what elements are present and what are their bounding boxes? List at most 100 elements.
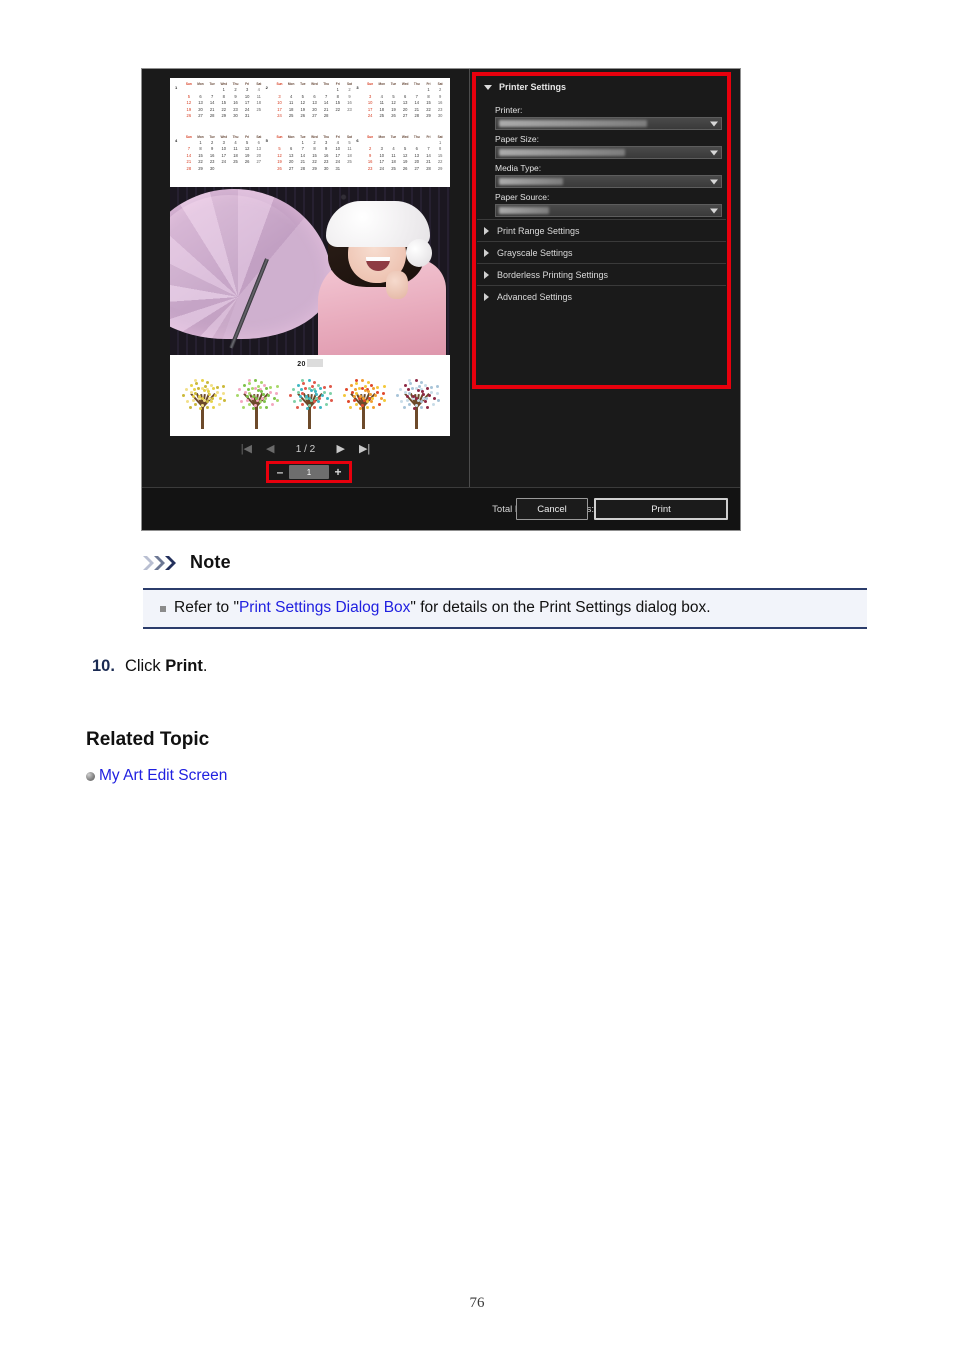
page-number: 76 (469, 1295, 485, 1311)
calendar-day (344, 113, 356, 120)
tree-leaf (313, 380, 317, 384)
calendar-day: 25 (256, 106, 262, 112)
tree-leaf (211, 387, 215, 391)
tree-leaf (238, 388, 242, 392)
calendar-day (297, 87, 309, 94)
year-caption: 20 (170, 359, 450, 368)
tree-leaf (205, 400, 209, 404)
calendar-day: 30 (209, 165, 215, 171)
tree-leaves (234, 375, 280, 431)
calendar-day: 20 (288, 159, 294, 165)
printer-settings-header[interactable]: Printer Settings (477, 77, 726, 97)
tree-leaf (259, 405, 263, 409)
calendar-day: 25 (391, 165, 396, 171)
tree-leaf (408, 378, 412, 382)
tree-leaf (379, 396, 383, 400)
next-page-icon[interactable]: ▶ (337, 443, 345, 455)
copies-decrement-button[interactable]: – (273, 466, 287, 478)
tree-leaf (372, 387, 376, 391)
calendar-day: 22 (198, 159, 203, 165)
calendar-day (411, 140, 423, 147)
calendar-day: 1 (427, 87, 430, 92)
settings-field-label: Paper Size: (495, 134, 539, 144)
settings-sections: Printer Settings Printer: Paper Size: Medi… (477, 77, 726, 307)
calendar-day: 2 (234, 87, 237, 92)
preview-pager: |◀ ◀ 1 / 2 ▶ ▶| (142, 439, 469, 459)
tree-leaf (265, 405, 268, 409)
settings-dropdown[interactable] (495, 117, 722, 130)
tree-leaf (406, 395, 410, 399)
tree-leaf (324, 403, 328, 407)
calendar-day: 14 (414, 100, 420, 106)
settings-field-label: Media Type: (495, 163, 542, 173)
calendar-day: 6 (313, 93, 316, 99)
tree-leaf (307, 378, 311, 382)
calendar-day: 28 (414, 113, 420, 119)
calendar-day: 17 (379, 159, 385, 165)
first-page-icon[interactable]: |◀ (241, 443, 252, 455)
tree-leaf (198, 406, 202, 410)
settings-section-header[interactable]: Grayscale Settings (477, 241, 726, 263)
last-page-icon[interactable]: ▶| (359, 443, 370, 455)
print-preview-page[interactable]: 1 Sun Mon Tue Wed Thu Fri Sat 1 2 3 4 5 6 7 8 9 10 11 12 13 1… (170, 78, 450, 436)
tree-leaf (370, 400, 374, 404)
calendar-day (388, 87, 400, 94)
prev-page-icon[interactable]: ◀ (266, 443, 274, 455)
calendar-month: 3 Sun Mon Tue Wed Thu Fri Sat 1 2 3 4 5 6 7 8 9 10 11 12 13 1… (355, 82, 446, 135)
settings-section-header[interactable]: Print Range Settings (477, 219, 726, 241)
tree-leaf (269, 390, 273, 394)
tree-leaf (275, 385, 279, 389)
tree-leaf (320, 394, 324, 398)
tree-leaf (376, 386, 380, 390)
copies-value-field[interactable]: 1 (289, 465, 329, 479)
copies-increment-button[interactable]: + (331, 466, 345, 478)
calendar-week-row: 26 27 28 29 30 31 (183, 113, 265, 120)
calendar-day: 1 (439, 139, 442, 145)
tree-leaf (355, 382, 359, 386)
print-settings-dialog-box-link[interactable]: Print Settings Dialog Box (239, 599, 410, 616)
chevron-down-icon (710, 121, 718, 126)
calendar-day: 15 (426, 100, 431, 106)
note-suffix: " for details on the Print Settings dial… (410, 599, 711, 616)
tree-leaf (326, 396, 330, 400)
settings-dropdown[interactable] (495, 175, 722, 188)
calendar-day: 29 (198, 165, 203, 171)
step-bold-word: Print (165, 657, 203, 675)
calendar-day: 21 (323, 106, 329, 112)
settings-section-header[interactable]: Borderless Printing Settings (477, 263, 726, 285)
settings-section-header[interactable]: Advanced Settings (477, 285, 726, 307)
tree-leaf (354, 392, 358, 396)
my-art-edit-screen-link[interactable]: My Art Edit Screen (99, 767, 227, 785)
calendar-day: 14 (209, 100, 215, 106)
step-text-before: Click (124, 657, 161, 675)
tree-leaf (203, 388, 206, 392)
tree-leaf (318, 387, 322, 391)
tree-leaf (414, 378, 418, 382)
tree-leaf (313, 389, 317, 393)
tree-leaf (423, 400, 427, 404)
tree-leaf (256, 388, 260, 392)
calendar-day: 5 (278, 146, 281, 152)
settings-field-label: Paper Source: (495, 192, 550, 202)
settings-dropdown[interactable] (495, 204, 722, 217)
cancel-button[interactable]: Cancel (516, 498, 588, 520)
calendar-week-row: 16 17 18 19 20 21 22 (364, 159, 446, 166)
calendar-day: 9 (211, 146, 214, 152)
calendar-day: 5 (301, 93, 304, 99)
calendar-day: 13 (402, 100, 408, 106)
tree-leaf (254, 396, 258, 400)
calendar-day: 15 (312, 152, 317, 158)
calendar-week-row: 9 10 11 12 13 14 15 (364, 153, 446, 160)
settings-dropdown[interactable] (495, 146, 722, 159)
calendar-week-row: 19 20 21 22 23 24 25 (274, 159, 356, 166)
print-button[interactable]: Print (594, 498, 728, 520)
calendar-day: 3 (369, 93, 372, 99)
calendar-day: 24 (221, 159, 227, 165)
calendar-day: 10 (367, 100, 373, 106)
calendar-day: 14 (186, 152, 192, 158)
calendar-day: 8 (427, 93, 430, 99)
calendar-day: 19 (402, 159, 408, 165)
calendar-day: 27 (198, 113, 203, 119)
copies-stepper-highlight: – 1 + (266, 461, 352, 483)
calendar-month-number: 3 (356, 85, 359, 90)
